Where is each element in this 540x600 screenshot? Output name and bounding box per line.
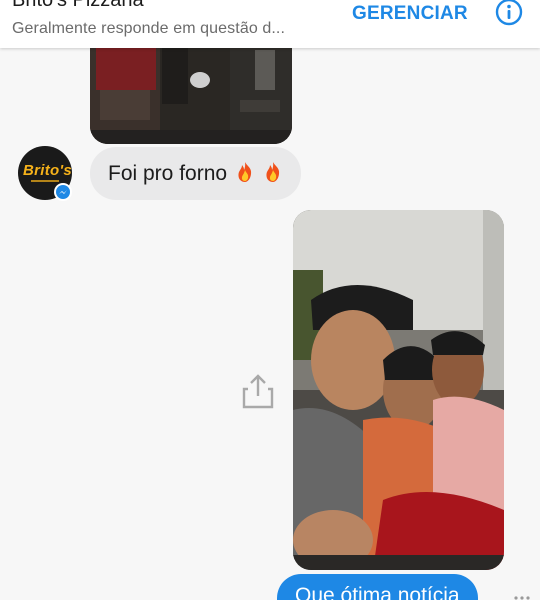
fire-emoji-icon — [266, 162, 279, 182]
seen-indicator-icon — [514, 596, 530, 600]
fire-emoji-icon — [238, 162, 252, 182]
brand-logo: Brito's — [23, 162, 73, 179]
response-time-subtitle: Geralmente responde em questão d... — [12, 20, 285, 37]
share-icon[interactable] — [240, 372, 276, 410]
chat-screen: Brito's Pizzaria Geralmente responde em … — [0, 0, 540, 600]
page-title[interactable]: Brito's Pizzaria — [12, 0, 144, 12]
photo-content — [293, 210, 504, 570]
logo-underline — [31, 180, 59, 182]
chat-header: Brito's Pizzaria Geralmente responde em … — [0, 0, 540, 48]
message-text: Que ótima notícia — [295, 584, 460, 600]
photo-content — [90, 40, 292, 144]
outgoing-photo[interactable] — [293, 210, 504, 570]
info-icon[interactable] — [494, 0, 524, 28]
incoming-photo[interactable] — [90, 40, 292, 144]
messenger-badge — [54, 183, 72, 201]
manage-button[interactable]: GERENCIAR — [352, 3, 468, 25]
incoming-message-bubble[interactable]: Foi pro forno — [90, 147, 301, 200]
message-text: Foi pro forno — [108, 162, 228, 185]
avatar[interactable]: Brito's — [18, 146, 73, 201]
outgoing-message-bubble[interactable]: Que ótima notícia — [277, 574, 478, 600]
messenger-icon — [56, 185, 70, 199]
